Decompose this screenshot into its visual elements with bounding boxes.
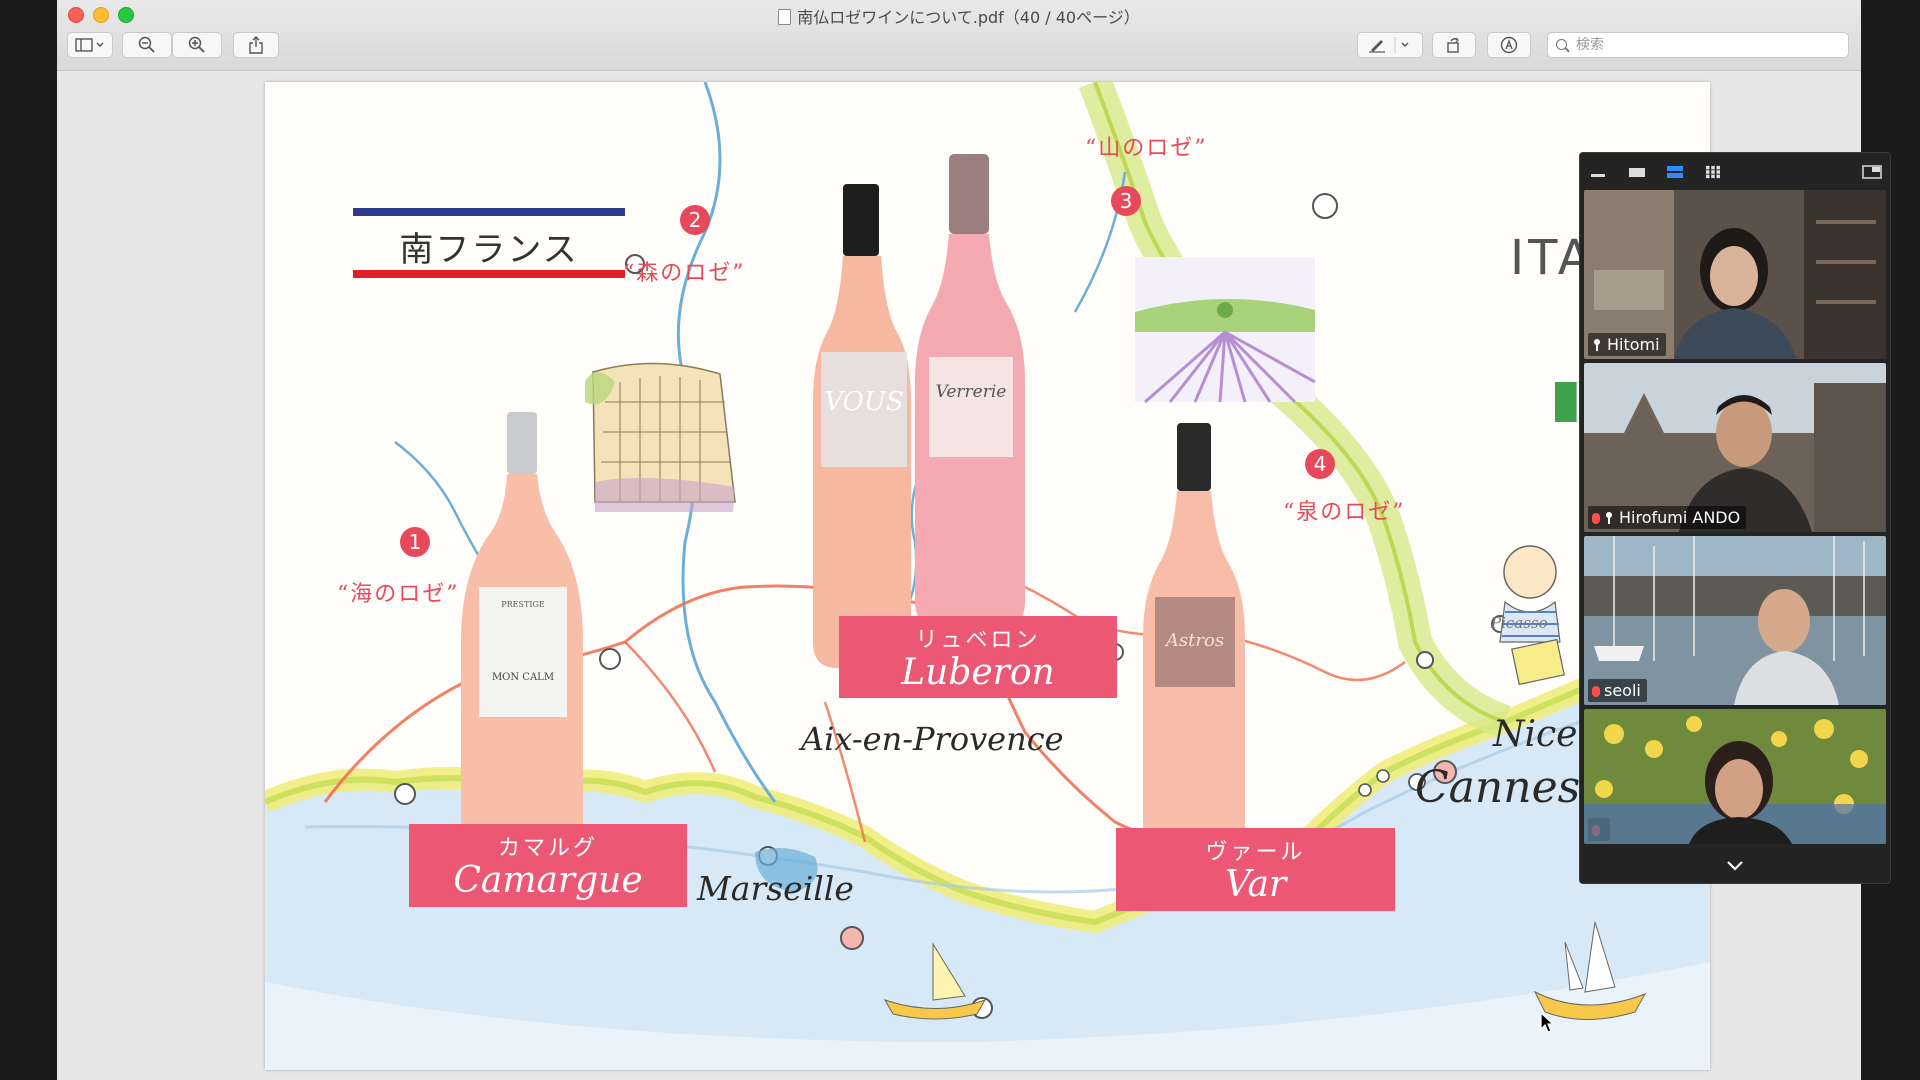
pin-icon (1604, 512, 1614, 524)
search-input[interactable]: 検索 (1547, 32, 1849, 58)
video-gallery-panel[interactable]: Hitomi Hirofumi ANDO seoli (1579, 152, 1891, 884)
region-camargue: カマルグ Camargue (409, 824, 687, 907)
exit-float-icon[interactable] (1862, 165, 1882, 179)
wine-tag-forest: “森のロゼ” (623, 261, 746, 286)
bottle-label-prestige: PRESTIGE (501, 600, 545, 609)
wine-bottle-luberon-left (813, 184, 911, 668)
participant-video-seoli[interactable]: seoli (1584, 536, 1886, 705)
pen-icon (1369, 37, 1409, 53)
sidebar-toggle-button[interactable] (67, 32, 113, 58)
wine-tag-spring: “泉のロゼ” (1283, 500, 1406, 525)
city-cannes: Cannes (1415, 762, 1581, 813)
zoom-in-icon (188, 36, 205, 53)
gallery-grid-icon[interactable] (1704, 165, 1722, 179)
participant-name-tag (1588, 818, 1610, 841)
titlebar: 南仏ロゼワインについて.pdf（40 / 40ページ） 検索 (57, 0, 1861, 71)
markup-circle-icon (1500, 36, 1518, 54)
wine-tag-mountain: “山のロゼ” (1085, 136, 1208, 161)
arena-sketch (585, 362, 736, 512)
strip-view-icon[interactable] (1666, 165, 1684, 179)
share-icon (249, 36, 263, 54)
mouse-cursor-icon (1540, 1012, 1554, 1033)
chevron-down-icon[interactable] (1725, 859, 1745, 873)
city-marseille: Marseille (697, 869, 854, 908)
wine-bottle-camargue (461, 412, 583, 882)
rotate-icon (1447, 37, 1459, 53)
window-title: 南仏ロゼワインについて.pdf（40 / 40ページ） (57, 4, 1861, 28)
minimize-video-icon[interactable] (1590, 165, 1606, 179)
lavender-field-sketch (1135, 257, 1316, 404)
page-heading: 南フランス (353, 208, 625, 278)
bottle-label-moncalm: MON CALM (491, 672, 555, 683)
sidebar-icon (75, 38, 104, 52)
video-feed-participant-4 (1584, 709, 1886, 844)
share-button[interactable] (233, 32, 279, 58)
rotate-button[interactable] (1432, 32, 1476, 58)
muted-mic-icon (1592, 686, 1600, 697)
zoom-out-button[interactable] (122, 32, 172, 58)
wine-number-4: 4 (1305, 449, 1335, 479)
participant-video-hirofumi-ando[interactable]: Hirofumi ANDO (1584, 363, 1886, 532)
city-aix-en-provence: Aix-en-Provence (801, 720, 1064, 758)
city-nice: Nice (1493, 714, 1578, 755)
wine-number-3: 3 (1111, 186, 1141, 216)
wine-bottle-var (1143, 423, 1245, 892)
muted-mic-icon (1592, 825, 1600, 836)
wine-number-2: 2 (680, 205, 710, 235)
search-icon (1556, 39, 1567, 50)
speaker-view-icon[interactable] (1628, 165, 1646, 179)
bottle-label-verrerie: Verrerie (935, 382, 1007, 402)
region-var: ヴァール Var (1116, 828, 1395, 911)
wine-number-1: 1 (400, 527, 430, 557)
zoom-in-button[interactable] (172, 32, 222, 58)
pin-icon (1592, 339, 1602, 351)
participant-name-tag: Hitomi (1588, 333, 1666, 356)
participant-video-4[interactable] (1584, 709, 1886, 844)
bottle-label-astros: Astros (1165, 630, 1225, 651)
pdf-page[interactable]: PRESTIGE MON CALM VOUS Verrerie Astros 南… (265, 82, 1710, 1070)
participant-name-tag: Hirofumi ANDO (1588, 506, 1747, 529)
muted-mic-icon (1592, 513, 1600, 524)
bottle-label-vous: VOUS (824, 387, 904, 417)
participant-name-tag: seoli (1588, 679, 1647, 702)
region-luberon: リュベロン Luberon (839, 616, 1117, 698)
markup-pen-button[interactable] (1357, 32, 1423, 58)
wine-tag-sea: “海のロゼ” (337, 582, 460, 607)
pdf-document-icon (778, 9, 792, 25)
flag-stripe-blue (353, 208, 625, 216)
flag-stripe-red (353, 270, 625, 278)
zoom-out-icon (138, 36, 155, 53)
annotate-button[interactable] (1487, 32, 1531, 58)
gallery-toolbar (1580, 153, 1890, 189)
label-picasso: Picasso (1491, 614, 1548, 632)
participant-video-hitomi[interactable]: Hitomi (1584, 190, 1886, 359)
